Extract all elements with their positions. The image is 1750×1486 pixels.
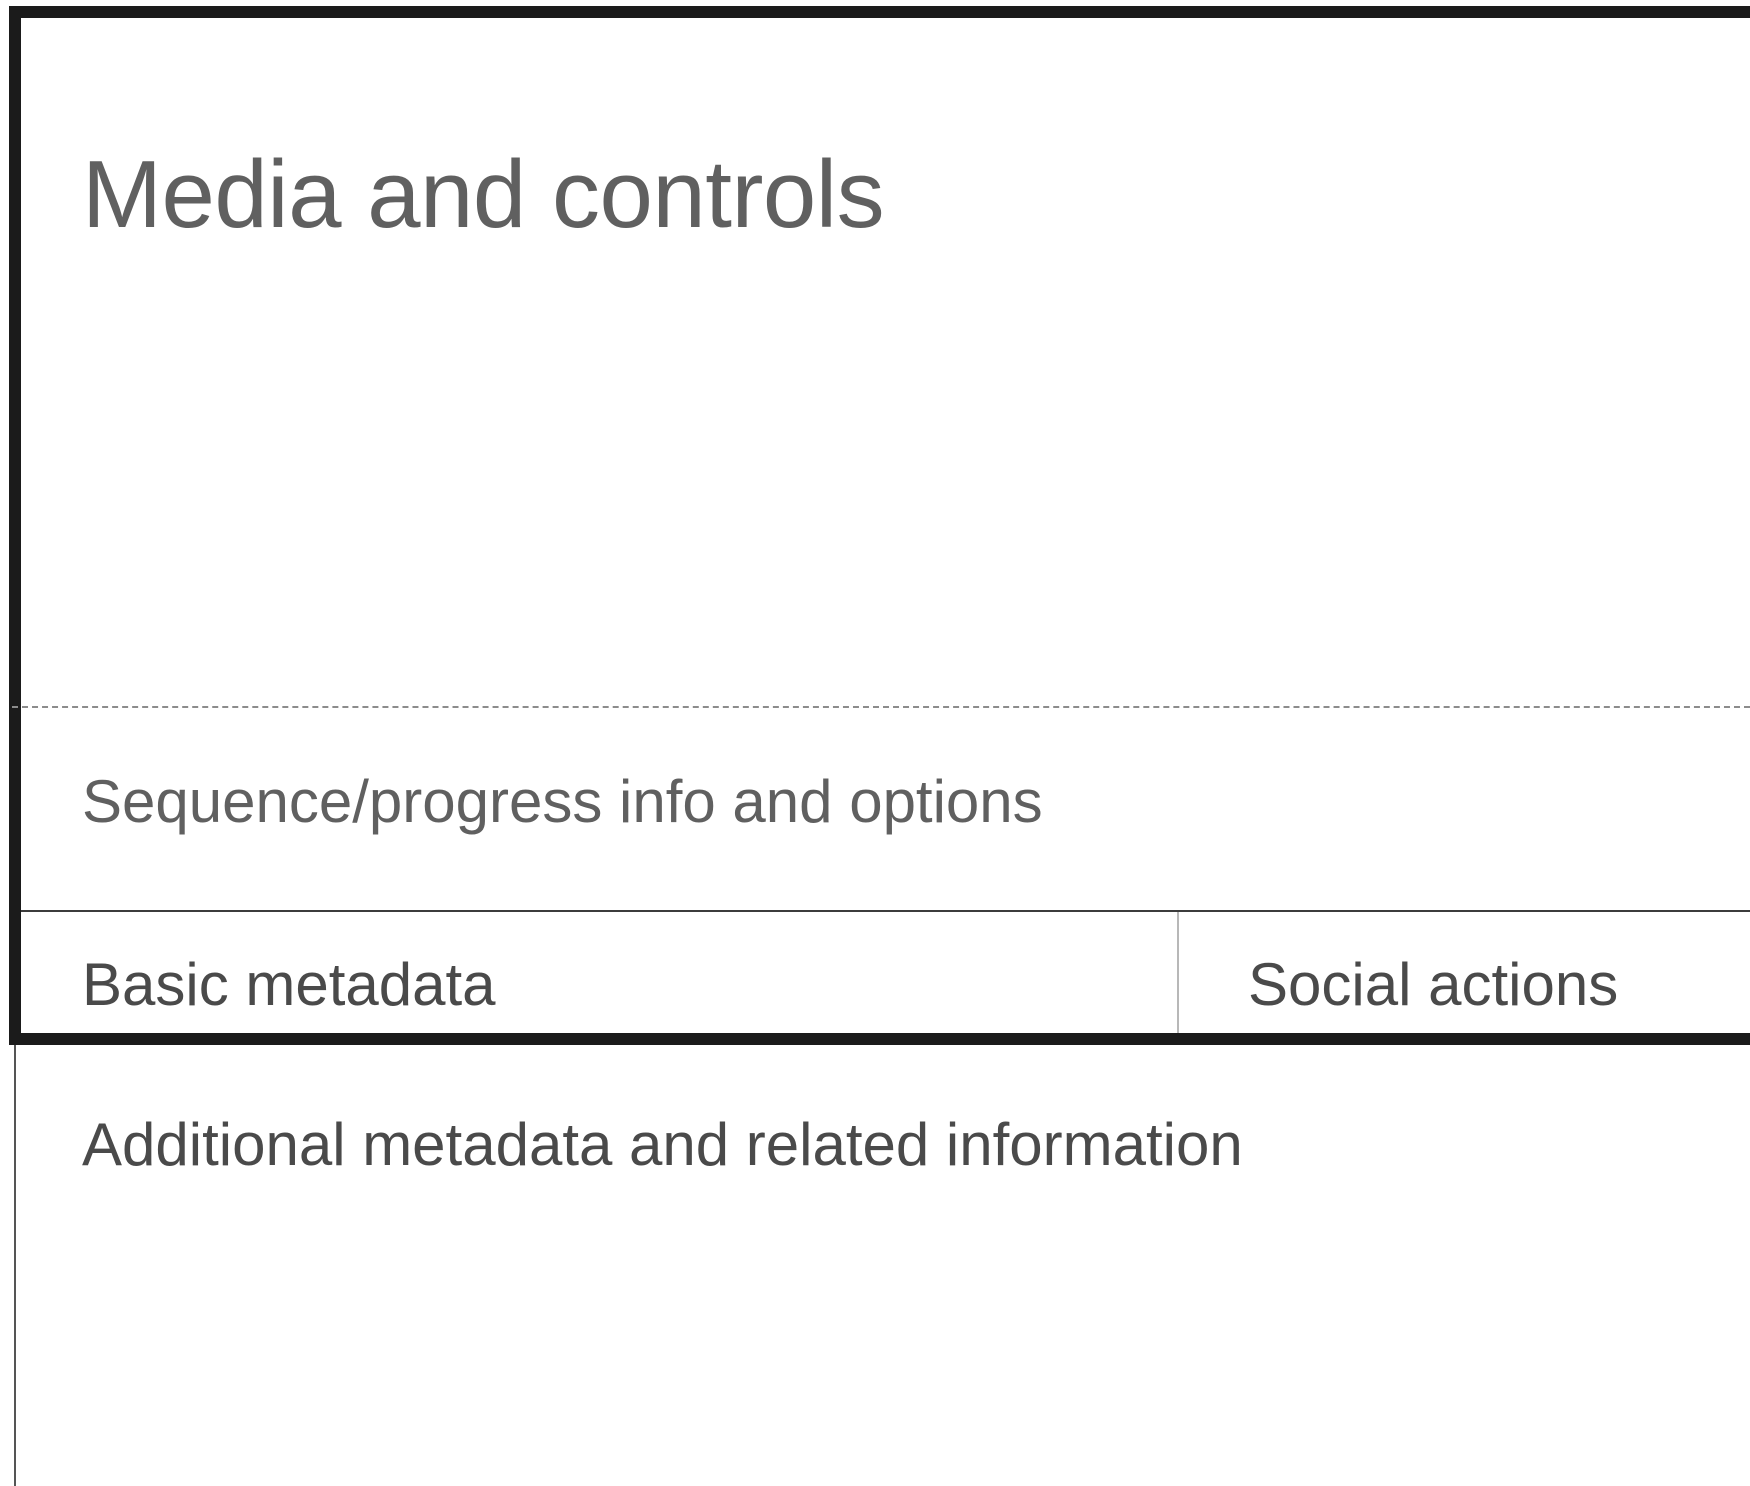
additional-metadata-label: Additional metadata and related informat… — [82, 1111, 1243, 1178]
sequence-progress-label: Sequence/progress info and options — [82, 768, 1043, 835]
metadata-divider — [21, 910, 1750, 912]
basic-metadata-label: Basic metadata — [82, 951, 496, 1018]
media-and-controls-label: Media and controls — [82, 141, 885, 248]
layout-wireframe: Media and controls Sequence/progress inf… — [0, 0, 1750, 1486]
social-actions-label: Social actions — [1248, 951, 1619, 1018]
dashed-divider — [12, 706, 1750, 708]
metadata-column-divider — [1177, 912, 1179, 1033]
additional-section-left-border — [14, 1040, 16, 1486]
